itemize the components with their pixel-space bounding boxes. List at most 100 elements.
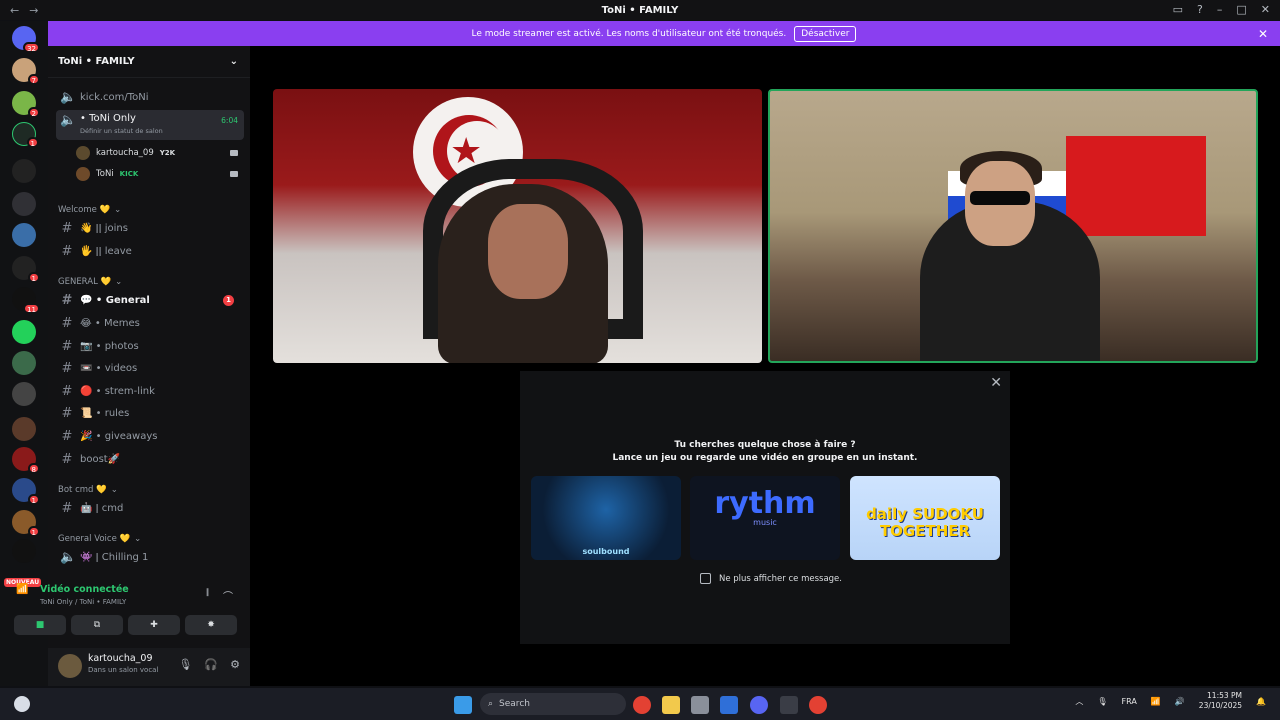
channel-leave[interactable]: # 🖐 ǀǀ leave	[56, 241, 244, 261]
user-name[interactable]: kartoucha_09	[88, 653, 153, 664]
close-icon[interactable]: ✕	[990, 375, 1002, 391]
channel-chilling[interactable]: 🔈 👾 ǀ Chilling 1	[56, 547, 244, 567]
noise-suppression-icon[interactable]: 𝄃	[207, 588, 209, 599]
voice-user[interactable]: kartoucha_09 Y2K	[76, 144, 238, 162]
server-12[interactable]	[12, 417, 36, 441]
disconnect-icon[interactable]: ⌒	[223, 588, 233, 603]
maximize-icon[interactable]: □	[1236, 3, 1246, 16]
widgets-icon[interactable]	[14, 696, 30, 712]
volume-icon[interactable]: 🔊	[1175, 697, 1185, 706]
clock[interactable]: 11:53 PM 23/10/2025	[1199, 691, 1242, 711]
server-16[interactable]	[12, 539, 36, 563]
channel-giveaways[interactable]: # 🎉 • giveaways	[56, 426, 244, 446]
server-6[interactable]	[12, 223, 36, 247]
channel-rules[interactable]: # 📜 • rules	[56, 403, 244, 423]
discord-icon[interactable]	[750, 696, 768, 714]
channel-kick-link[interactable]: 🔈 kick.com/ToNi	[56, 87, 244, 107]
server-13[interactable]: 8	[12, 447, 40, 474]
activity-card-soulbound[interactable]: soulbound	[531, 476, 681, 560]
store-icon[interactable]	[691, 696, 709, 714]
soundboard-button[interactable]: ✸	[185, 615, 237, 635]
hash-icon: #	[61, 405, 73, 421]
video-tile-1[interactable]: ★	[273, 89, 762, 363]
language-indicator[interactable]: FRA	[1122, 697, 1137, 706]
channel-label: • ToNi Only	[80, 113, 136, 124]
mic-tray-icon[interactable]: 🎙	[1097, 697, 1107, 706]
app-icon[interactable]	[780, 696, 798, 714]
category-label: Welcome 💛	[58, 205, 111, 215]
minimize-icon[interactable]: –	[1217, 3, 1223, 16]
voice-channel-toni-only[interactable]: 🔈 • ToNi Only Définir un statut de salon…	[56, 110, 244, 140]
server-9[interactable]	[12, 320, 36, 344]
category-welcome[interactable]: Welcome 💛 ⌄	[58, 205, 121, 215]
channel-joins[interactable]: # 👋 ǀǀ joins	[56, 218, 244, 238]
server-badge: 1	[26, 137, 39, 148]
server-11[interactable]	[12, 382, 36, 406]
server-badge: 8	[27, 463, 40, 474]
channel-photos[interactable]: # 📷 • photos	[56, 336, 244, 356]
card-title: daily SUDOKU TOGETHER	[866, 505, 984, 540]
tray-chevron-icon[interactable]: ︿	[1075, 696, 1083, 707]
help-icon[interactable]: ?	[1197, 3, 1203, 16]
notification-icon[interactable]: 🔔	[1256, 697, 1266, 706]
wifi-icon[interactable]: 📶	[1151, 697, 1161, 706]
inbox-icon[interactable]: ▭	[1173, 3, 1183, 16]
close-banner-icon[interactable]: ✕	[1258, 27, 1268, 41]
windows-start-icon[interactable]	[454, 696, 472, 714]
server-badge: 11	[23, 303, 40, 314]
category-general[interactable]: GENERAL 💛 ⌄	[58, 277, 122, 287]
camera-button[interactable]: ■	[14, 615, 66, 635]
chrome-active-icon[interactable]	[809, 696, 827, 714]
dont-show-again[interactable]: Ne plus afficher ce message.	[700, 573, 842, 584]
activity-card-sudoku[interactable]: daily SUDOKU TOGETHER	[850, 476, 1000, 560]
avatar[interactable]	[58, 654, 82, 678]
category-general-voice[interactable]: General Voice 💛 ⌄	[58, 534, 141, 544]
server-home[interactable]: 32	[12, 26, 40, 53]
server-1[interactable]: 7	[12, 58, 40, 85]
signal-icon[interactable]: 📶	[16, 584, 28, 595]
channel-general[interactable]: # 💬 • General 1	[56, 290, 244, 310]
video-tile-2[interactable]	[768, 89, 1258, 363]
category-bot-cmd[interactable]: Bot cmd 💛 ⌄	[58, 485, 118, 495]
file-explorer-icon[interactable]	[662, 696, 680, 714]
server-10[interactable]	[12, 351, 36, 375]
hash-icon: #	[61, 500, 73, 516]
server-7[interactable]: 1	[12, 256, 40, 283]
server-header[interactable]: ToNi • FAMILY ⌄	[48, 46, 250, 78]
search-icon: ⌕	[488, 699, 494, 709]
channel-strem-link[interactable]: # 🔴 • strem-link	[56, 381, 244, 401]
disable-streamer-button[interactable]: Désactiver	[794, 25, 857, 42]
chrome-icon[interactable]	[633, 696, 651, 714]
server-4[interactable]	[12, 159, 36, 183]
voice-user[interactable]: ToNi KICK	[76, 165, 238, 183]
voice-location: ToNi Only / ToNi • FAMILY	[40, 598, 127, 606]
server-2[interactable]: 2	[12, 91, 40, 118]
taskbar-search[interactable]: ⌕ Search	[480, 693, 626, 715]
server-8[interactable]: 11	[12, 287, 40, 314]
server-3[interactable]: 1	[12, 122, 39, 148]
checkbox[interactable]	[700, 573, 711, 584]
channel-memes[interactable]: # 😂 • Memes	[56, 313, 244, 333]
server-15[interactable]: 1	[12, 510, 40, 537]
sunglasses	[970, 191, 1030, 205]
server-5[interactable]	[12, 192, 36, 216]
close-window-icon[interactable]: ✕	[1261, 3, 1270, 16]
activity-card-rythm[interactable]: rythm music	[690, 476, 840, 560]
channel-boost[interactable]: # boost🚀	[56, 449, 244, 469]
settings-gear-icon[interactable]: ⚙	[230, 658, 240, 671]
mail-icon[interactable]	[720, 696, 738, 714]
hash-icon: #	[61, 428, 73, 444]
channel-status[interactable]: Définir un statut de salon	[80, 127, 163, 135]
speaker-icon: 🔈	[60, 549, 77, 565]
video-camera-icon: ■	[35, 620, 45, 630]
channel-videos[interactable]: # 📼 • videos	[56, 358, 244, 378]
voice-user-name: ToNi	[96, 169, 114, 179]
microphone-icon[interactable]: 🎙	[178, 658, 192, 671]
activities-button[interactable]: ✚	[128, 615, 180, 635]
user-panel: kartoucha_09 Dans un salon vocal 🎙 🎧 ⚙	[48, 648, 250, 686]
screen-share-button[interactable]: ⧉	[71, 615, 123, 635]
server-14[interactable]: 1	[12, 478, 40, 505]
headphones-icon[interactable]: 🎧	[204, 658, 218, 671]
channel-cmd[interactable]: # 🤖 ǀ cmd	[56, 498, 244, 518]
avatar	[76, 146, 90, 160]
